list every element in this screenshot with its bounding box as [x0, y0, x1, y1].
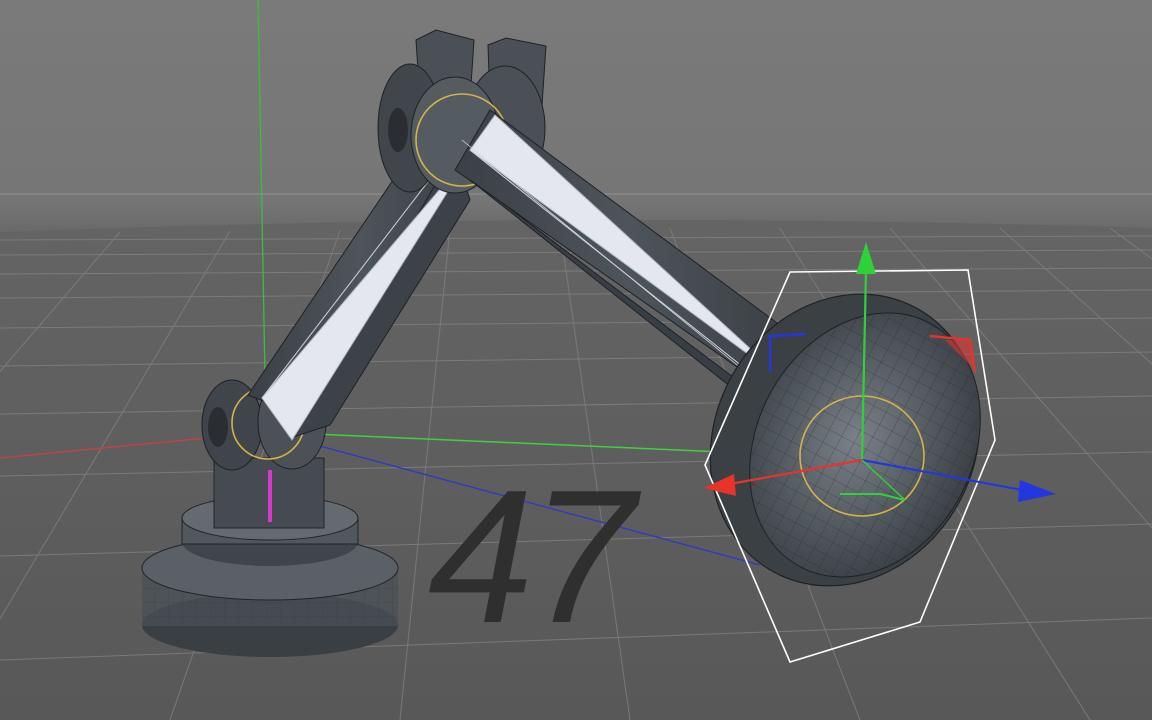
viewport-scene[interactable]: [0, 0, 1152, 720]
3d-viewport[interactable]: 47: [0, 0, 1152, 720]
